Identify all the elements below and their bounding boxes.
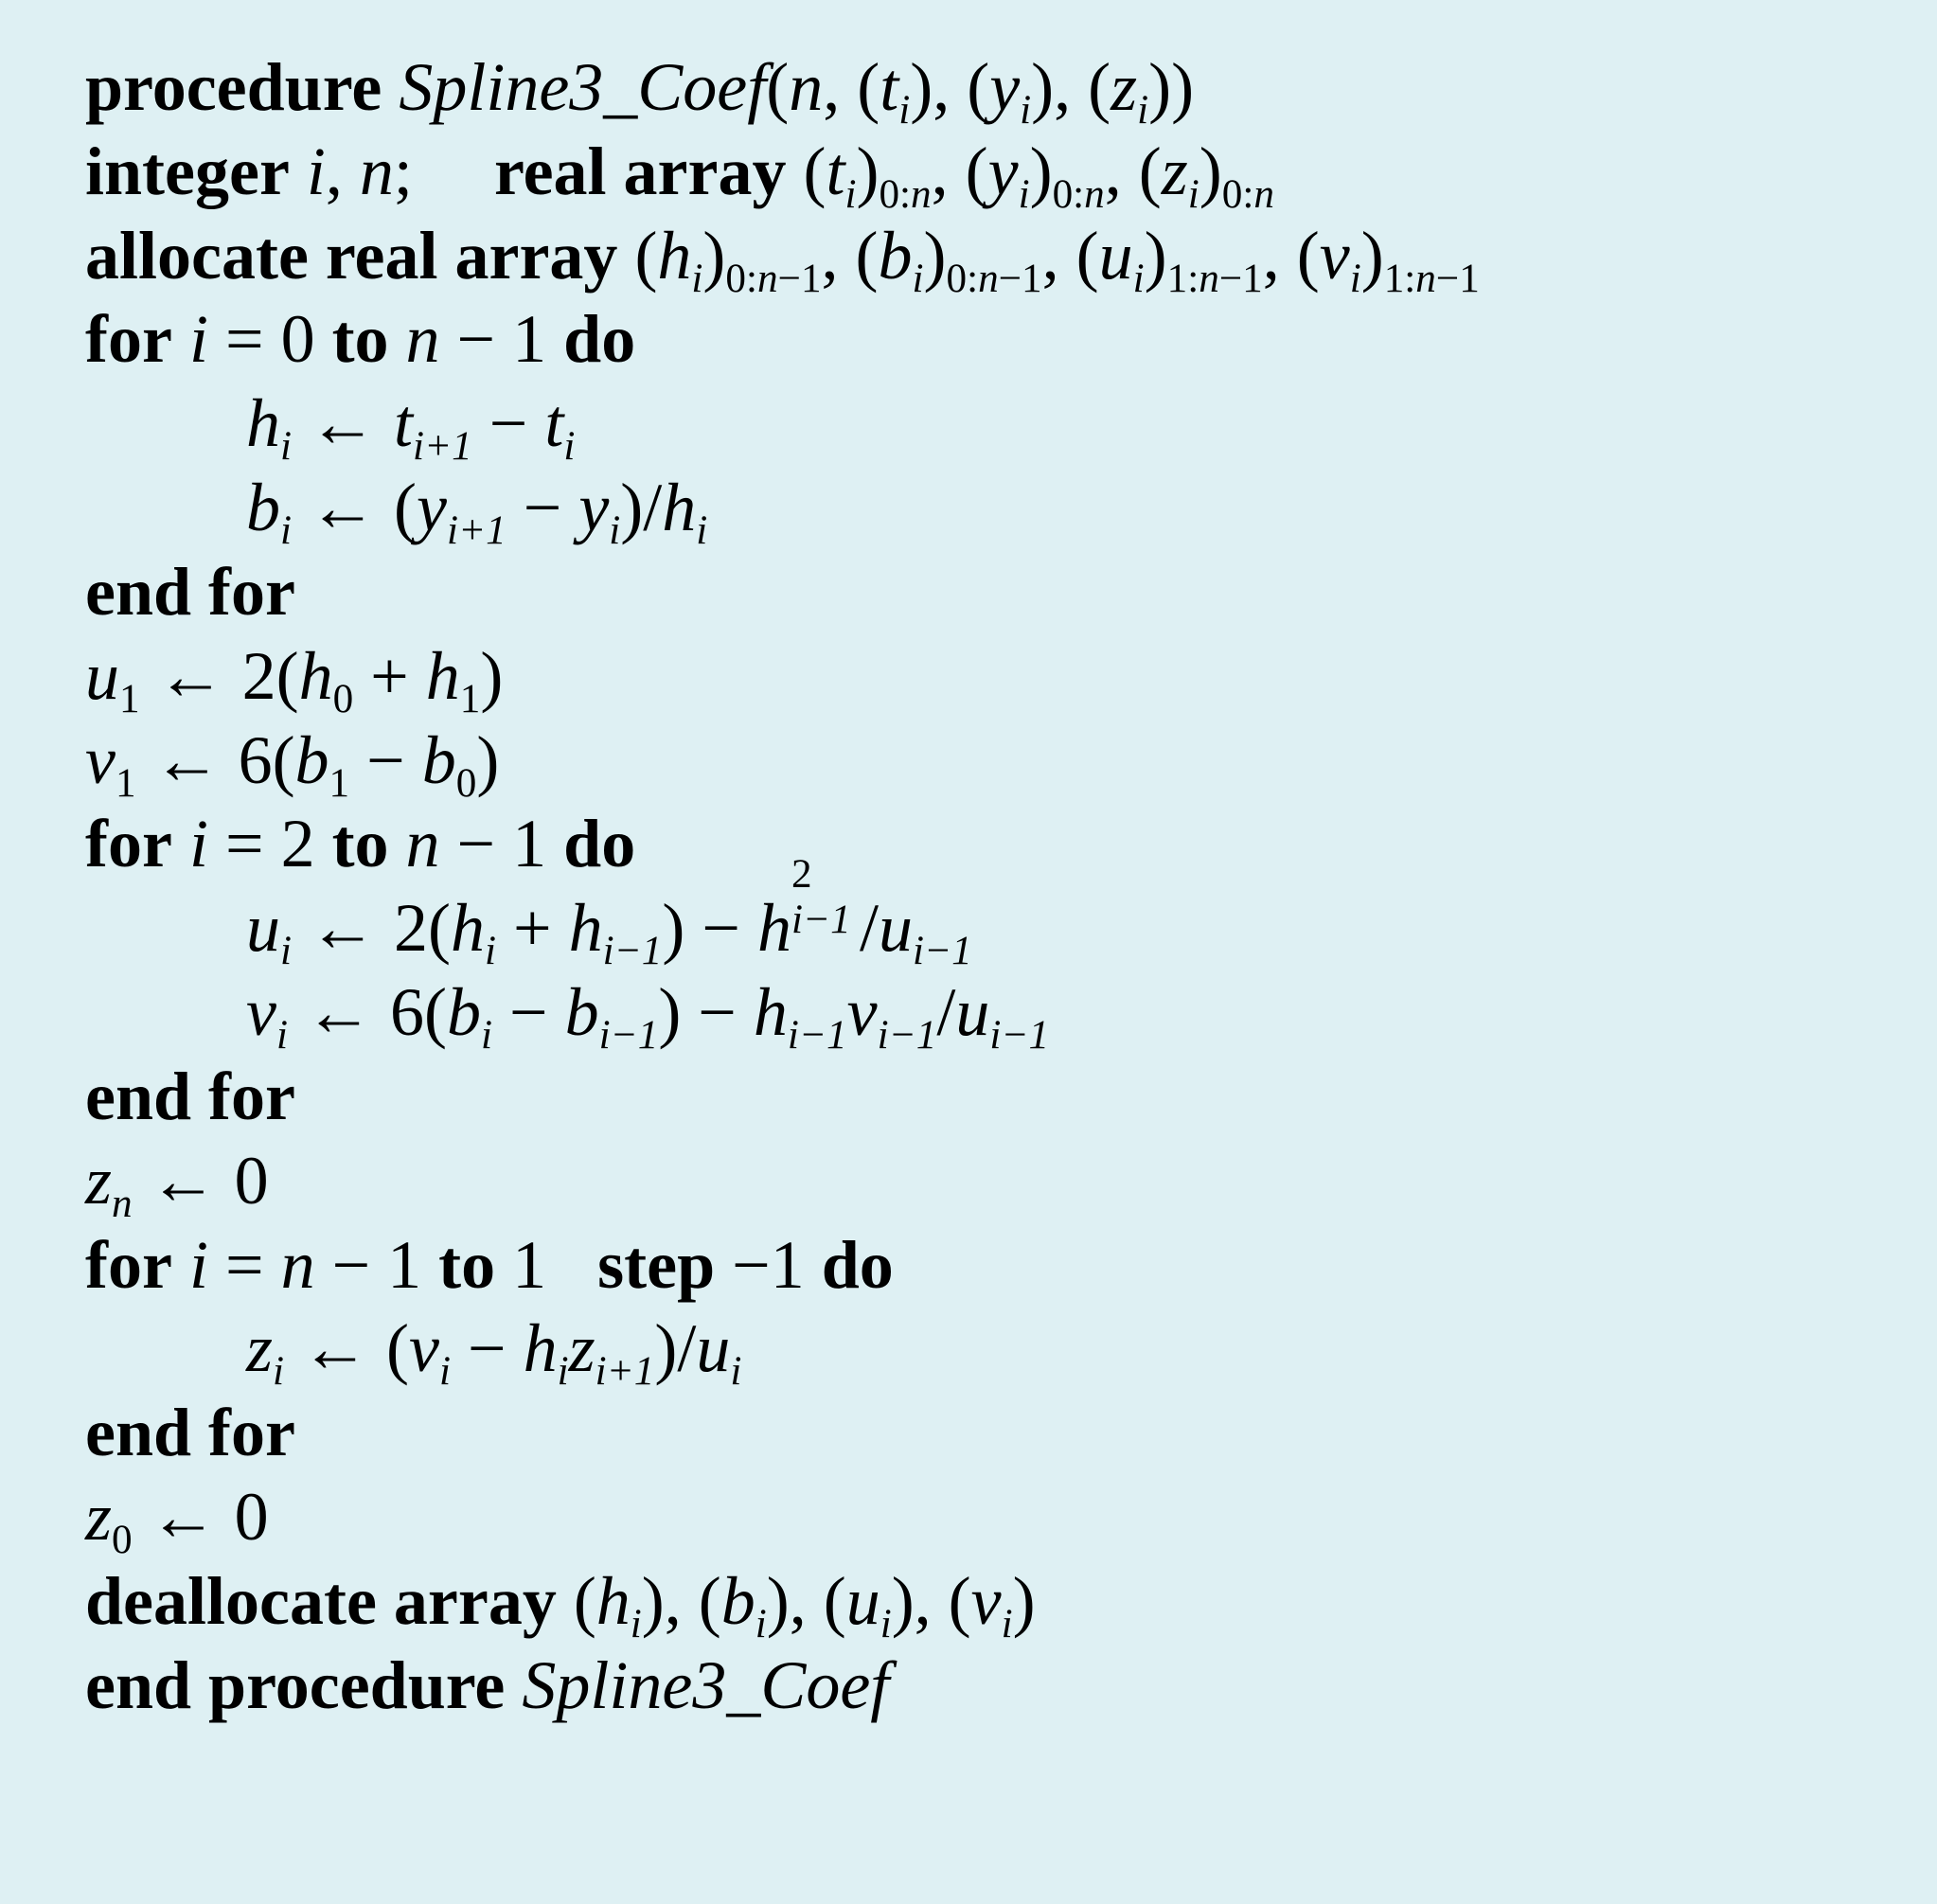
line-declarations-1: integer i, n; real array (ti)0:n, (yi)0:… bbox=[85, 131, 1869, 214]
kw-end-procedure: end procedure bbox=[85, 1647, 505, 1723]
line-h-assign: hi ← ti+1 − ti bbox=[85, 383, 1869, 466]
procedure-name: Spline3_Coef bbox=[399, 49, 766, 125]
line-endfor-2: end for bbox=[85, 1056, 1869, 1139]
kw-allocate: allocate real array bbox=[85, 218, 617, 294]
line-zn-assign: zn ← 0 bbox=[85, 1140, 1869, 1223]
kw-step: step bbox=[597, 1227, 715, 1303]
kw-procedure: procedure bbox=[85, 49, 382, 125]
line-u1-init: u1 ← 2(h0 + h1) bbox=[85, 635, 1869, 719]
line-deallocate: deallocate array (hi), (bi), (ui), (vi) bbox=[85, 1560, 1869, 1644]
kw-for: for bbox=[85, 301, 172, 377]
line-b-assign: bi ← (yi+1 − yi)/hi bbox=[85, 467, 1869, 550]
kw-for: for bbox=[85, 1227, 172, 1303]
line-for-2-header: for i = 2 to n − 1 do bbox=[85, 803, 1869, 886]
line-u-recur: ui ← 2(hi + hi−1) − h2i−1 /ui−1 bbox=[85, 887, 1869, 970]
line-z0-assign: z0 ← 0 bbox=[85, 1476, 1869, 1559]
kw-to: to bbox=[332, 301, 389, 377]
kw-do: do bbox=[822, 1227, 894, 1303]
kw-deallocate: deallocate array bbox=[85, 1563, 557, 1639]
line-for-1-header: for i = 0 to n − 1 do bbox=[85, 298, 1869, 382]
line-v-recur: vi ← 6(bi − bi−1) − hi−1vi−1/ui−1 bbox=[85, 971, 1869, 1055]
kw-real-array: real array bbox=[494, 133, 787, 209]
line-v1-init: v1 ← 6(b1 − b0) bbox=[85, 720, 1869, 803]
line-for-3-header: for i = n − 1 to 1 step −1 do bbox=[85, 1224, 1869, 1308]
kw-to: to bbox=[332, 806, 389, 881]
kw-do: do bbox=[563, 301, 635, 377]
procedure-name-end: Spline3_Coef bbox=[522, 1647, 889, 1723]
kw-to: to bbox=[438, 1227, 495, 1303]
kw-for: for bbox=[85, 806, 172, 881]
kw-endfor: end for bbox=[85, 1059, 295, 1134]
line-endfor-3: end for bbox=[85, 1392, 1869, 1475]
line-procedure-signature: procedure Spline3_Coef(n, (ti), (yi), (z… bbox=[85, 46, 1869, 130]
line-declarations-2: allocate real array (hi)0:n−1, (bi)0:n−1… bbox=[85, 215, 1869, 298]
pseudocode-block: procedure Spline3_Coef(n, (ti), (yi), (z… bbox=[0, 0, 1937, 1774]
line-end-procedure: end procedure Spline3_Coef bbox=[85, 1645, 1869, 1728]
line-endfor-1: end for bbox=[85, 551, 1869, 634]
kw-endfor: end for bbox=[85, 554, 295, 630]
kw-do: do bbox=[563, 806, 635, 881]
kw-integer: integer bbox=[85, 133, 290, 209]
line-z-recur: zi ← (vi − hizi+1)/ui bbox=[85, 1308, 1869, 1391]
kw-endfor: end for bbox=[85, 1395, 295, 1470]
